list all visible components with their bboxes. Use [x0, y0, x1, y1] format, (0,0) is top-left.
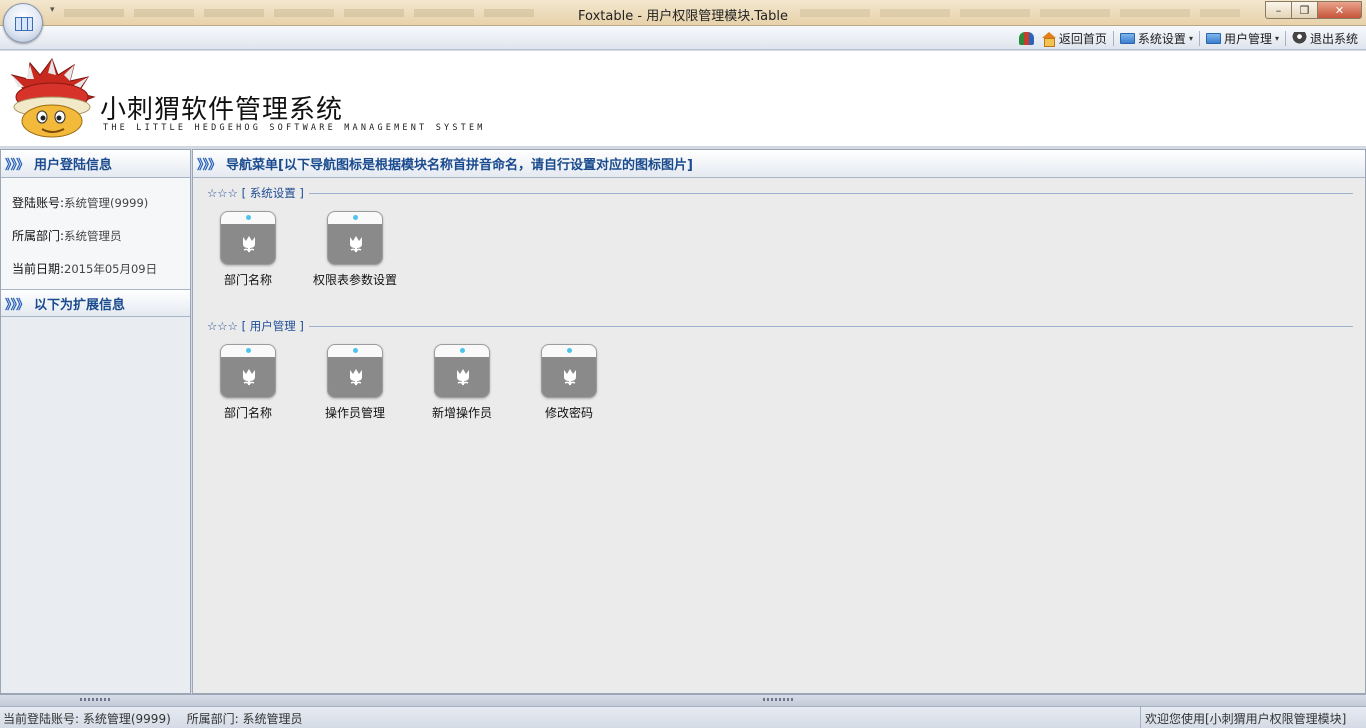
dept-row: 所属部门: 系统管理员: [1, 219, 190, 252]
group-user-management-title: ☆☆☆ [ 用户管理 ]: [207, 319, 304, 333]
module-icon: [220, 344, 276, 398]
left-splitter-grip[interactable]: [80, 698, 112, 701]
maximize-button[interactable]: ❐: [1291, 1, 1318, 19]
app-header: 小刺猬软件管理系统 THE LITTLE HEDGEHOG SOFTWARE M…: [0, 51, 1366, 147]
nav-menu-title: 导航菜单[以下导航图标是根据模块名称首拼音命名，请自行设置对应的图标图片]: [226, 158, 693, 173]
module-icon: [434, 344, 490, 398]
chevron-down-icon: ▾: [1274, 33, 1279, 43]
status-dot: [353, 348, 358, 353]
login-info-header: 》》》 用户登陆信息: [1, 150, 190, 178]
date-row: 当前日期: 2015年05月09日: [1, 252, 190, 285]
module-icon: [327, 344, 383, 398]
group-divider: [308, 325, 1353, 327]
chevron-right-icon: 》》》: [5, 158, 29, 173]
tulip-icon: [243, 369, 255, 386]
nav-item-change-password[interactable]: 修改密码: [519, 344, 619, 421]
tulip-icon: [457, 369, 469, 386]
nav-item-label: 操作员管理: [324, 406, 385, 420]
nav-item-label: 部门名称: [223, 273, 272, 287]
account-row: 登陆账号: 系统管理(9999): [1, 186, 190, 219]
nav-item-label: 修改密码: [544, 406, 593, 420]
module-icon: [220, 211, 276, 265]
status-account: 当前登陆账号: 系统管理(9999): [3, 712, 171, 726]
status-dot: [246, 215, 251, 220]
nav-item-label: 新增操作员: [431, 406, 492, 420]
menu-items: 返回首页 系统设置 ▾ 用户管理 ▾ 退出系统: [1018, 29, 1362, 47]
folder-icon: [1205, 32, 1221, 44]
home-icon: [1041, 31, 1056, 47]
extended-info-title: 以下为扩展信息: [34, 297, 126, 313]
app-title: 小刺猬软件管理系统: [100, 95, 344, 125]
chevron-down-icon: ▾: [1188, 33, 1193, 43]
status-left: 当前登陆账号: 系统管理(9999) 所属部门: 系统管理员: [3, 710, 314, 727]
group-system-settings: ☆☆☆ [ 系统设置 ]: [207, 185, 1353, 201]
nav-item-permission-params[interactable]: 权限表参数设置: [305, 211, 405, 288]
login-info-box: 登陆账号: 系统管理(9999) 所属部门: 系统管理员 当前日期: 2015年…: [1, 178, 190, 289]
nav-item-label: 部门名称: [223, 406, 272, 420]
chevron-right-icon: 》》》: [197, 158, 221, 173]
status-dot: [246, 348, 251, 353]
left-panel: 》》》 用户登陆信息 登陆账号: 系统管理(9999) 所属部门: 系统管理员 …: [0, 149, 191, 694]
menu-system-settings[interactable]: 系统设置 ▾: [1116, 29, 1197, 47]
login-info-title: 用户登陆信息: [34, 158, 113, 173]
menu-exit[interactable]: 退出系统: [1288, 29, 1362, 47]
nav-menu-header: 》》》 导航菜单[以下导航图标是根据模块名称首拼音命名，请自行设置对应的图标图片…: [193, 150, 1365, 178]
nav-item-department-2[interactable]: 部门名称: [198, 344, 298, 421]
module-icon: [327, 211, 383, 265]
status-dot: [567, 348, 572, 353]
chevron-right-icon: 》》》: [5, 297, 29, 313]
title-bar: ▾ Foxtable - 用户权限管理模块.Table – ❐ ✕: [0, 0, 1366, 26]
window-controls: – ❐ ✕: [1265, 1, 1362, 19]
tulip-icon: [564, 369, 576, 386]
status-dot: [353, 215, 358, 220]
menu-system-settings-label: 系统设置: [1137, 31, 1186, 46]
hedgehog-logo-icon: [10, 57, 96, 138]
folder-icon: [1119, 32, 1135, 44]
exit-icon: [1291, 31, 1307, 45]
menu-home-label: 返回首页: [1058, 31, 1107, 46]
tulip-icon: [350, 236, 362, 253]
nav-item-add-operator[interactable]: 新增操作员: [412, 344, 512, 421]
panel-splitter: [0, 694, 1366, 706]
extended-info-header: 》》》 以下为扩展信息: [1, 289, 190, 317]
window-title: Foxtable - 用户权限管理模块.Table: [578, 9, 788, 24]
date-label: 当前日期:: [12, 262, 65, 276]
account-label: 登陆账号:: [12, 196, 65, 210]
table-icon: [15, 17, 33, 31]
account-value: 系统管理(9999): [64, 195, 149, 210]
status-welcome: 欢迎您使用[小刺猬用户权限管理模块]: [1140, 707, 1366, 728]
menu-user-management[interactable]: 用户管理 ▾: [1202, 29, 1283, 47]
group-system-settings-title: ☆☆☆ [ 系统设置 ]: [207, 186, 304, 200]
tulip-icon: [243, 236, 255, 253]
dept-label: 所属部门:: [12, 229, 65, 243]
status-dept: 所属部门: 系统管理员: [186, 712, 303, 726]
menu-home[interactable]: 返回首页: [1037, 29, 1111, 47]
status-dot: [460, 348, 465, 353]
app-subtitle: THE LITTLE HEDGEHOG SOFTWARE MANAGEMENT …: [103, 123, 486, 133]
group-user-management: ☆☆☆ [ 用户管理 ]: [207, 318, 1353, 334]
users-icon: [1018, 31, 1034, 45]
close-button[interactable]: ✕: [1317, 1, 1362, 19]
menu-exit-label: 退出系统: [1309, 31, 1358, 46]
nav-item-department[interactable]: 部门名称: [198, 211, 298, 288]
right-splitter-grip[interactable]: [763, 698, 795, 701]
group-divider: [308, 192, 1353, 194]
nav-item-label: 权限表参数设置: [312, 273, 397, 287]
status-bar: 当前登陆账号: 系统管理(9999) 所属部门: 系统管理员 欢迎您使用[小刺猬…: [0, 706, 1366, 728]
dept-value: 系统管理员: [64, 228, 122, 243]
date-value: 2015年05月09日: [64, 261, 158, 276]
menu-user-management-label: 用户管理: [1223, 31, 1272, 46]
tulip-icon: [350, 369, 362, 386]
menu-bar: 返回首页 系统设置 ▾ 用户管理 ▾ 退出系统: [0, 26, 1366, 50]
menu-separator: [1284, 30, 1286, 46]
navigation-panel: 》》》 导航菜单[以下导航图标是根据模块名称首拼音命名，请自行设置对应的图标图片…: [192, 149, 1366, 694]
menu-separator: [1198, 30, 1200, 46]
app-menu-button[interactable]: [3, 3, 43, 43]
module-icon: [541, 344, 597, 398]
nav-item-operator-management[interactable]: 操作员管理: [305, 344, 405, 421]
menu-separator: [1112, 30, 1114, 46]
minimize-button[interactable]: –: [1265, 1, 1292, 19]
